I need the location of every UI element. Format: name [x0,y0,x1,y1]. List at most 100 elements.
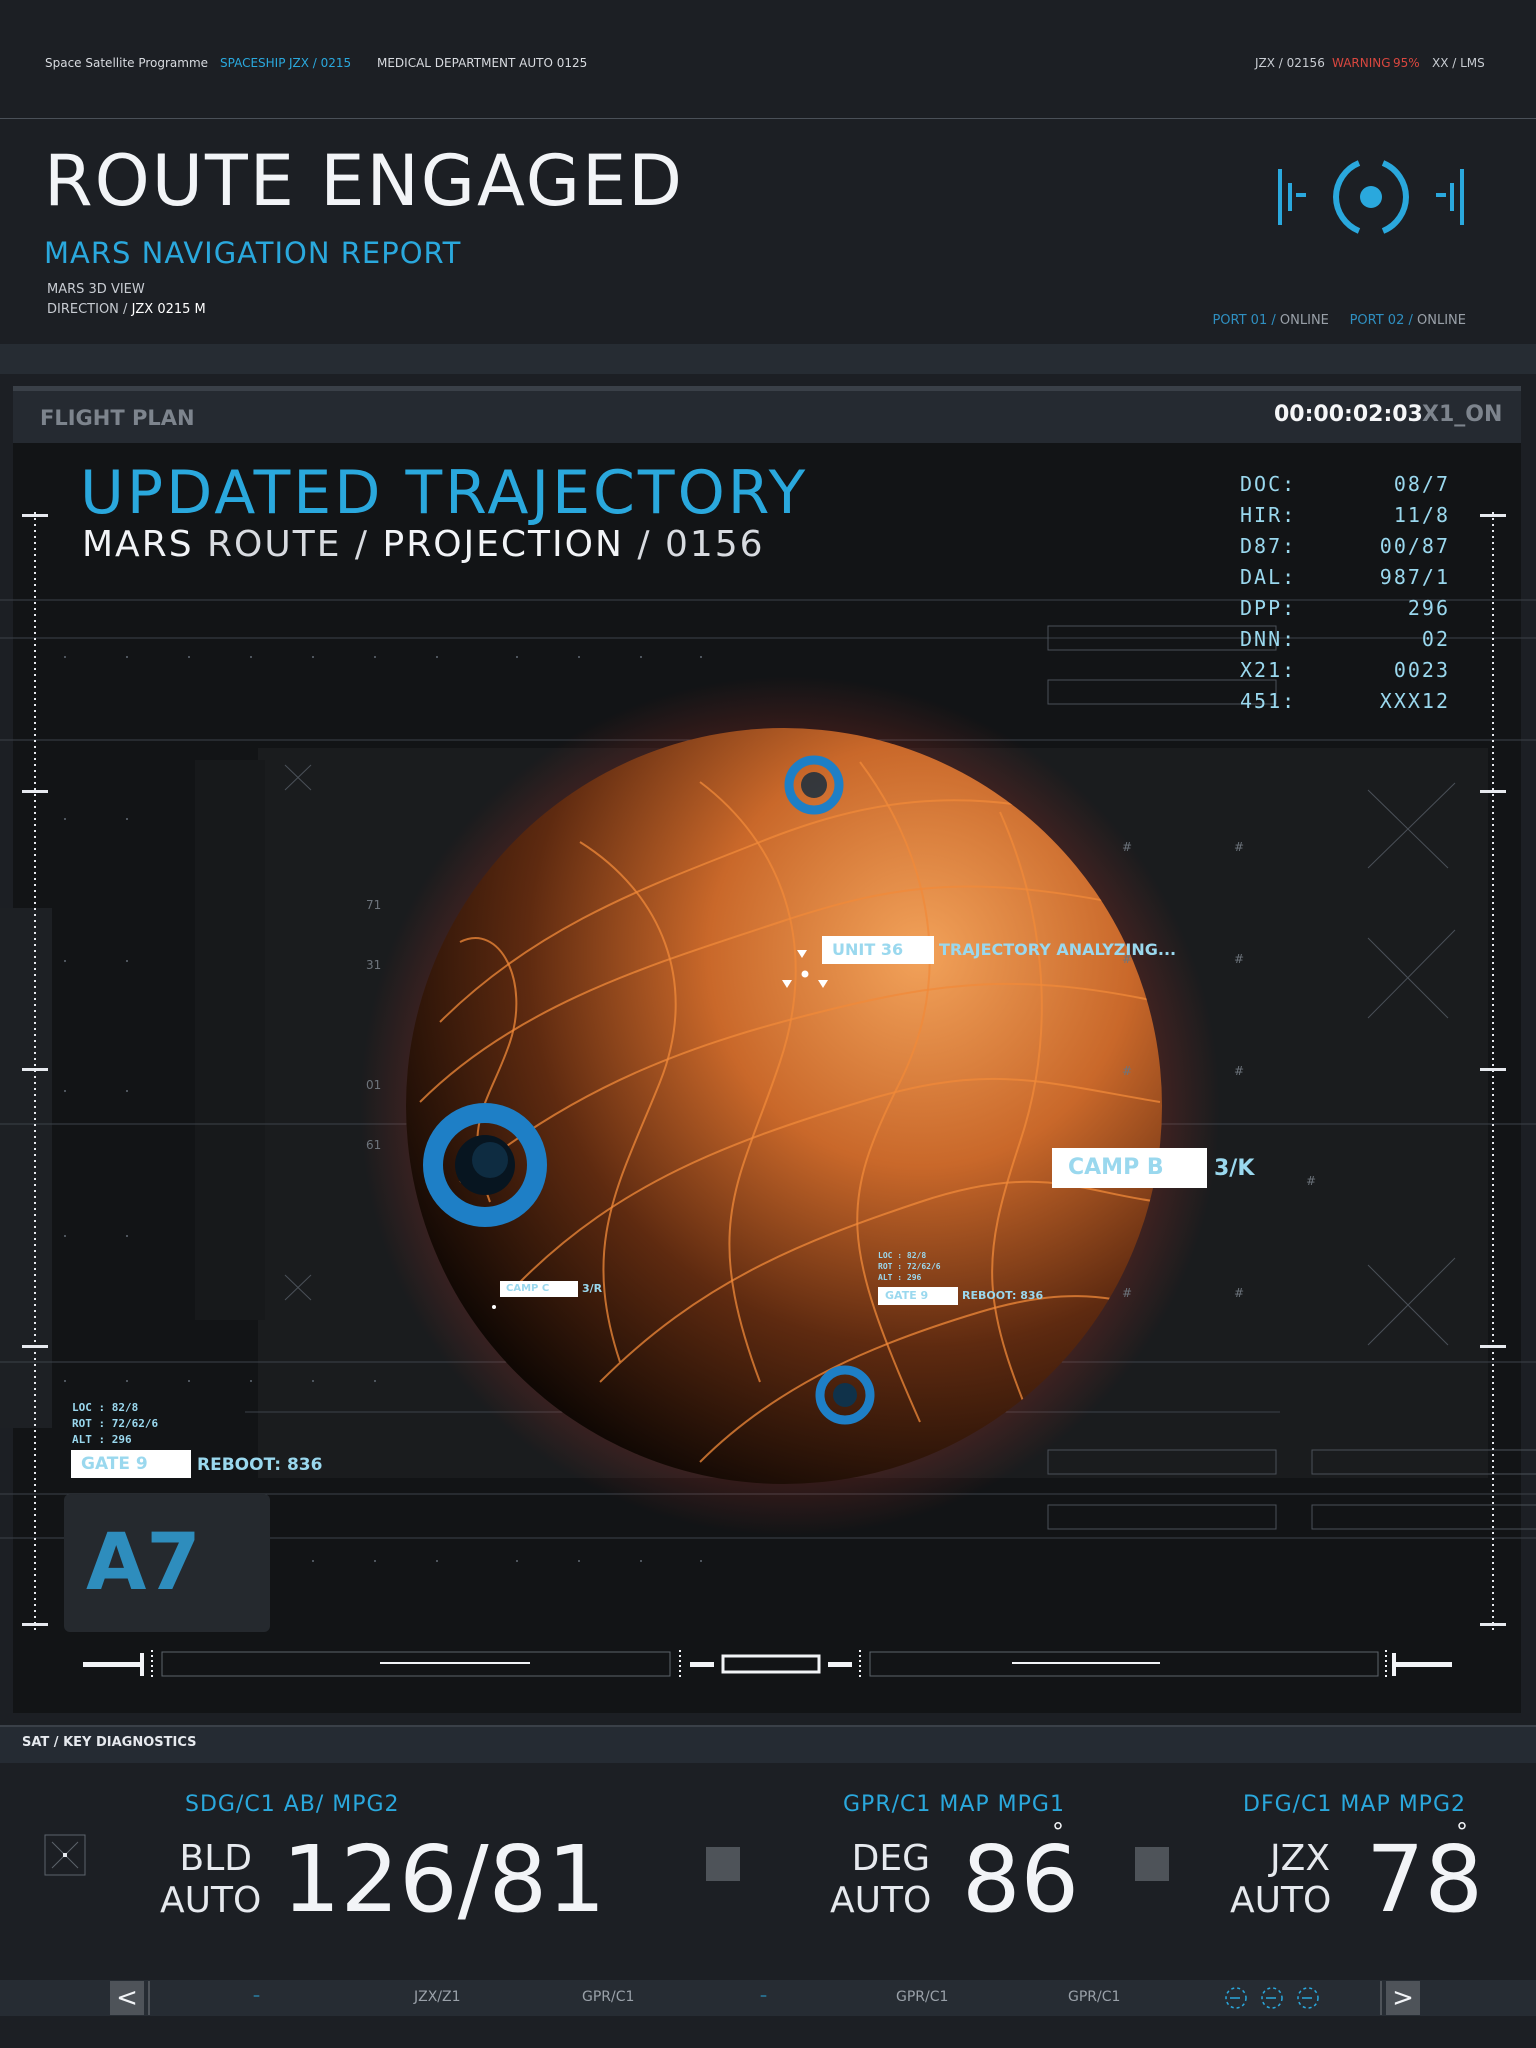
hash-mark: # [1122,1064,1133,1078]
metric-divider [706,1847,740,1881]
hash-mark: # [1234,952,1245,966]
view-label: MARS 3D VIEW [47,282,145,297]
metric1-unit-top: BLD [179,1838,252,1879]
waypoint-large-icon[interactable] [420,1100,550,1230]
expand-icon[interactable] [44,1834,86,1876]
flight-plan-title: FLIGHT PLAN [40,406,195,430]
page-title: ROUTE ENGAGED [44,140,685,222]
spaceship-id: JZX / 0215 [289,56,352,70]
spaceship-label: SPACESHIP [220,56,286,70]
waypoint-bottom-icon[interactable] [813,1363,877,1427]
metric1-value: 126/81 [282,1826,606,1933]
metric1-label: SDG/C1 AB/ MPG2 [185,1792,400,1817]
port-status: PORT 01 / ONLINE PORT 02 / ONLINE [1212,313,1466,328]
nav-divider [148,1981,150,2015]
gate-small-tag[interactable]: GATE 9 [878,1287,958,1305]
diagnostics-bar [0,1725,1536,1763]
right-id: JZX / 02156 [1255,56,1325,70]
stat-row: HIR: 11/8 [1240,503,1450,534]
separator-band [0,344,1536,374]
port1-status: ONLINE [1279,313,1329,328]
trajectory-subtitle: MARS ROUTE / PROJECTION / 0156 [82,524,765,565]
metric2-unit-bottom: AUTO [830,1880,932,1921]
stat-row: DOC: 08/7 [1240,472,1450,503]
stat-value: 296 [1407,596,1450,620]
metric-divider [1135,1847,1169,1881]
stat-key: D87: [1240,534,1297,558]
left-ruler [22,512,48,1630]
metric2-unit-top: DEG [851,1838,930,1879]
hash-mark: # [1122,840,1133,854]
stat-value: 0023 [1393,658,1450,682]
stat-key: HIR: [1240,503,1297,527]
mini-readout: LOC : 82/8 ROT : 72/62/6 ALT : 296 [878,1250,941,1283]
stat-key: X21: [1240,658,1297,682]
stat-value: 02 [1421,627,1450,651]
footer-item[interactable]: GPR/C1 [896,1989,948,2005]
camp-b-tag[interactable]: CAMP B [1052,1148,1207,1188]
footer-item[interactable]: GPR/C1 [1068,1989,1120,2005]
port2-status: ONLINE [1417,313,1466,328]
stat-value: 08/7 [1393,472,1450,496]
direction-value: JZX 0215 M [131,302,206,317]
waypoint-top-icon[interactable] [782,753,846,817]
hash-mark: # [1234,1064,1245,1078]
stat-value: 00/87 [1379,534,1450,558]
metric1-units: BLD AUTO [160,1838,262,1922]
stat-key: DNN: [1240,627,1297,651]
metric2-units: DEG AUTO [830,1838,932,1922]
stat-key: 451: [1240,689,1297,713]
footer-dash: – [760,1988,767,2004]
unit-status: TRAJECTORY ANALYZING... [939,940,1177,959]
camp-b-code: 3/K [1214,1156,1255,1181]
department-label: MEDICAL DEPARTMENT AUTO 0125 [377,56,588,70]
hash-mark: # [1234,840,1245,854]
metric3-unit-bottom: AUTO [1230,1880,1332,1921]
next-button[interactable]: > [1386,1981,1420,2015]
footer-item[interactable]: GPR/C1 [582,1989,634,2005]
mode-indicator: X1_ON [1422,402,1503,427]
mini-alt: ALT : 296 [878,1273,922,1282]
big-loc: LOC : 82/8 [72,1401,139,1414]
stat-key: DAL: [1240,565,1297,589]
gate-readout: LOC : 82/8 ROT : 72/62/6 ALT : 296 [72,1400,158,1448]
timeline-scrubber[interactable] [80,1644,1456,1684]
target-logo-icon [1278,160,1464,234]
unit-tag[interactable]: UNIT 36 [822,936,934,964]
gate-big-tag[interactable]: GATE 9 [71,1450,191,1478]
port2-slash: / [1408,313,1413,328]
direction-label: DIRECTION / [47,302,128,317]
stat-value: 987/1 [1379,565,1450,589]
metric3-degree: ° [1456,1818,1468,1846]
tick-label: 31 [366,958,382,972]
diagnostics-title: SAT / KEY DIAGNOSTICS [22,1735,197,1750]
right-tail: XX / LMS [1432,56,1485,70]
camp-c-tag[interactable]: CAMP C [500,1281,578,1297]
stat-row: DAL: 987/1 [1240,565,1450,596]
traj-sub-d: / 0156 [637,524,765,565]
port1-slash: / [1271,313,1276,328]
stat-value: XXX12 [1379,689,1450,713]
footer-dash: – [253,1988,260,2004]
camp-c-code: 3/R [582,1282,603,1295]
warning-label: WARNING [1332,56,1391,70]
port1-label: PORT 01 [1212,313,1268,328]
metric3-unit-top: JZX [1270,1838,1330,1879]
top-bar: Space Satellite Programme SPACESHIP JZX … [0,0,1536,119]
port2-label: PORT 02 [1349,313,1405,328]
big-rot: ROT : 72/62/6 [72,1417,159,1430]
camp-c-dot [492,1305,496,1309]
footer-item[interactable]: JZX/Z1 [414,1989,461,2005]
direction-row: DIRECTION / JZX 0215 M [47,302,206,317]
prev-button[interactable]: < [110,1981,144,2015]
program-name: Space Satellite Programme [45,56,209,70]
traj-sub-a: MARS [82,524,194,565]
tick-label: 61 [366,1138,382,1152]
stat-row: DNN: 02 [1240,627,1450,658]
stat-value: 11/8 [1393,503,1450,527]
reboot-small: REBOOT: 836 [962,1289,1044,1302]
mini-loc: LOC : 82/8 [878,1251,927,1260]
mini-rot: ROT : 72/62/6 [878,1262,941,1271]
metric1-unit-bottom: AUTO [160,1880,262,1921]
stat-row: DPP: 296 [1240,596,1450,627]
